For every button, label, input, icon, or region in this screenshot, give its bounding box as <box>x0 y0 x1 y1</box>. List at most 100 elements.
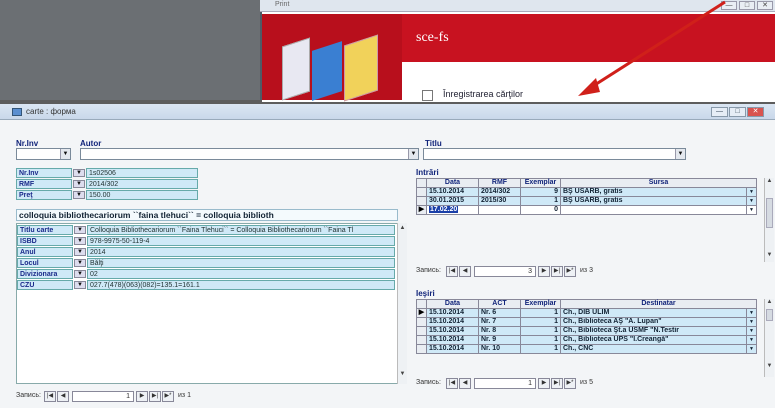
chevron-down-icon[interactable]: ▼ <box>74 226 86 234</box>
table-row[interactable]: 15.10.2014 Nr. 7 1 Ch., Biblioteca AŞ "A… <box>416 317 757 327</box>
chevron-down-icon[interactable]: ▼ <box>74 259 86 267</box>
cell-data[interactable]: 15.10.2014 <box>426 344 479 354</box>
chevron-down-icon[interactable]: ▼ <box>73 191 85 199</box>
row-selector[interactable] <box>416 187 427 197</box>
isbd-value[interactable]: 978-9975-50-119-4 <box>87 236 395 246</box>
cell-rmf[interactable]: 2014/302 <box>478 187 521 197</box>
register-books-label[interactable]: Înregistrarea cărţilor <box>443 89 523 99</box>
cell-act[interactable]: Nr. 6 <box>478 308 521 318</box>
cell-sursa[interactable]: ▼ <box>560 205 757 215</box>
first-record-button[interactable]: |◀ <box>446 378 458 389</box>
column-header-rmf[interactable]: RMF <box>478 178 521 188</box>
prev-record-button[interactable]: ◀ <box>459 378 471 389</box>
next-record-button[interactable]: ▶ <box>538 378 550 389</box>
chevron-down-icon[interactable]: ▼ <box>746 318 755 326</box>
record-number-input[interactable]: 1 <box>474 378 536 389</box>
table-row[interactable]: 15.10.2014 Nr. 10 1 Ch., CNC ▼ <box>416 344 757 354</box>
next-record-button[interactable]: ▶ <box>538 266 550 277</box>
divizionara-value[interactable]: 02 <box>87 269 395 279</box>
filter-titlu-combo[interactable]: ▼ <box>423 148 686 160</box>
table-row[interactable]: ▶ 15.10.2014 Nr. 6 1 Ch., DIB ULIM ▼ <box>416 308 757 318</box>
close-button[interactable]: ✕ <box>747 107 764 117</box>
cell-data[interactable]: 30.01.2015 <box>426 196 479 206</box>
cell-data[interactable]: 15.10.2014 <box>426 317 479 327</box>
prev-record-button[interactable]: ◀ <box>57 391 69 402</box>
chevron-down-icon[interactable]: ▼ <box>675 149 685 159</box>
last-record-button[interactable]: ▶| <box>149 391 161 402</box>
print-maximize-button[interactable]: □ <box>739 1 755 10</box>
table-row[interactable]: 15.10.2014 2014/302 9 BŞ USARB, gratis ▼ <box>416 187 757 197</box>
scroll-down-icon[interactable]: ▼ <box>398 371 407 377</box>
table-row[interactable]: 15.10.2014 Nr. 9 1 Ch., Biblioteca UPS "… <box>416 335 757 345</box>
cell-data[interactable]: 15.10.2014 <box>426 308 479 318</box>
last-record-button[interactable]: ▶| <box>551 266 563 277</box>
cell-data[interactable]: 15.10.2014 <box>426 187 479 197</box>
cell-rmf[interactable]: 2015/30 <box>478 196 521 206</box>
intrari-scrollbar[interactable]: ▲ ▼ <box>764 178 774 262</box>
row-selector[interactable] <box>416 326 427 336</box>
column-header-data[interactable]: Data <box>426 178 479 188</box>
cell-act[interactable]: Nr. 7 <box>478 317 521 327</box>
rmf-value[interactable]: 2014/302 <box>86 179 198 189</box>
column-header-sursa[interactable]: Sursa <box>560 178 757 188</box>
cell-exemplar[interactable]: 1 <box>520 335 561 345</box>
chevron-down-icon[interactable]: ▼ <box>746 327 755 335</box>
cell-destinatar[interactable]: Ch., CNC ▼ <box>560 344 757 354</box>
chevron-down-icon[interactable]: ▼ <box>746 336 755 344</box>
current-row-icon[interactable]: ▶ <box>416 308 427 318</box>
chevron-down-icon[interactable]: ▼ <box>746 345 755 353</box>
cell-destinatar[interactable]: Ch., Biblioteca UPS "I.Creangă" ▼ <box>560 335 757 345</box>
chevron-down-icon[interactable]: ▼ <box>74 281 86 289</box>
cell-sursa[interactable]: BŞ USARB, gratis ▼ <box>560 196 757 206</box>
cell-act[interactable]: Nr. 8 <box>478 326 521 336</box>
record-number-input[interactable]: 3 <box>474 266 536 277</box>
register-books-checkbox[interactable] <box>422 90 433 101</box>
detail-scrollbar[interactable]: ▲ ▼ <box>397 223 407 384</box>
record-number-input[interactable]: 1 <box>72 391 134 402</box>
minimize-button[interactable]: — <box>711 107 728 117</box>
new-record-button[interactable]: ▶* <box>162 391 174 402</box>
locul-value[interactable]: Bălţi <box>87 258 395 268</box>
cell-exemplar[interactable]: 9 <box>520 187 561 197</box>
last-record-button[interactable]: ▶| <box>551 378 563 389</box>
row-selector[interactable] <box>416 196 427 206</box>
cell-exemplar[interactable]: 1 <box>520 344 561 354</box>
cell-destinatar[interactable]: Ch., DIB ULIM ▼ <box>560 308 757 318</box>
column-header-data[interactable]: Data <box>426 299 479 309</box>
row-selector[interactable] <box>416 335 427 345</box>
cell-data-editing[interactable]: 17.02.20 <box>429 206 459 213</box>
cell-act[interactable]: Nr. 10 <box>478 344 521 354</box>
column-header-exemplar[interactable]: Exemplar <box>520 299 561 309</box>
chevron-down-icon[interactable]: ▼ <box>408 149 418 159</box>
next-record-button[interactable]: ▶ <box>136 391 148 402</box>
scroll-thumb[interactable] <box>766 309 773 321</box>
new-record-button[interactable]: ▶* <box>564 266 576 277</box>
scroll-up-icon[interactable]: ▲ <box>765 178 774 184</box>
anul-value[interactable]: 2014 <box>87 247 395 257</box>
cell-destinatar[interactable]: Ch., Biblioteca AŞ "A. Lupan" ▼ <box>560 317 757 327</box>
filter-autor-combo[interactable]: ▼ <box>80 148 419 160</box>
book-title-line[interactable]: colloquia bibliothecariorum ``faina tleh… <box>16 209 398 221</box>
cell-exemplar[interactable]: 1 <box>520 317 561 327</box>
chevron-down-icon[interactable]: ▼ <box>746 188 755 196</box>
chevron-down-icon[interactable]: ▼ <box>74 248 86 256</box>
iesiri-scrollbar[interactable]: ▲ ▼ <box>764 299 774 377</box>
table-row[interactable]: 30.01.2015 2015/30 1 BŞ USARB, gratis ▼ <box>416 196 757 206</box>
czu-value[interactable]: 027.7(478)(063)(082)=135.1=161.1 <box>87 280 395 290</box>
pret-value[interactable]: 150.00 <box>86 190 198 200</box>
row-selector[interactable] <box>416 317 427 327</box>
scroll-up-icon[interactable]: ▲ <box>765 299 774 305</box>
chevron-down-icon[interactable]: ▼ <box>60 149 70 159</box>
scroll-down-icon[interactable]: ▼ <box>765 363 774 369</box>
cell-sursa[interactable]: BŞ USARB, gratis ▼ <box>560 187 757 197</box>
chevron-down-icon[interactable]: ▼ <box>746 309 755 317</box>
column-header-act[interactable]: ACT <box>478 299 521 309</box>
new-record-button[interactable]: ▶* <box>564 378 576 389</box>
print-close-button[interactable]: ✕ <box>757 1 773 10</box>
scroll-down-icon[interactable]: ▼ <box>765 252 774 258</box>
prev-record-button[interactable]: ◀ <box>459 266 471 277</box>
current-row-icon[interactable]: ▶ <box>416 205 427 215</box>
cell-exemplar[interactable]: 1 <box>520 326 561 336</box>
scroll-up-icon[interactable]: ▲ <box>398 225 407 231</box>
chevron-down-icon[interactable]: ▼ <box>746 206 755 214</box>
